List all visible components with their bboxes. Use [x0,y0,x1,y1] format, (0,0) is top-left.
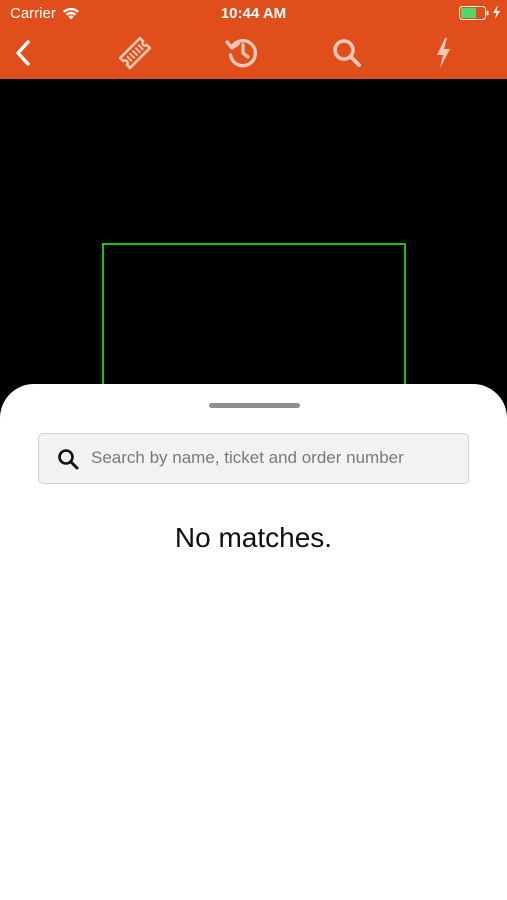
search-toolbar-button[interactable] [325,31,369,75]
history-button[interactable] [221,31,265,75]
ticket-icon [118,36,152,70]
tickets-button[interactable] [113,31,157,75]
back-button[interactable] [2,31,46,75]
search-icon [333,39,361,67]
battery-icon [459,6,489,20]
flash-icon [437,38,450,68]
search-sheet: No matches. [0,384,507,900]
search-field[interactable] [38,433,469,484]
history-icon [225,39,258,68]
toolbar [0,28,507,79]
search-input[interactable] [91,434,461,482]
charging-icon [493,5,500,19]
screen: Carrier 10:44 AM Search by name, ticket … [0,0,507,900]
status-bar: Carrier 10:44 AM [0,0,507,28]
sheet-grabber[interactable] [209,403,300,408]
flash-button[interactable] [421,31,465,75]
no-matches-message: No matches. [174,522,333,553]
clock: 10:44 AM [220,5,287,22]
back-chevron-icon [16,40,30,66]
top-bar: Carrier 10:44 AM [0,0,507,79]
search-icon [58,449,79,470]
